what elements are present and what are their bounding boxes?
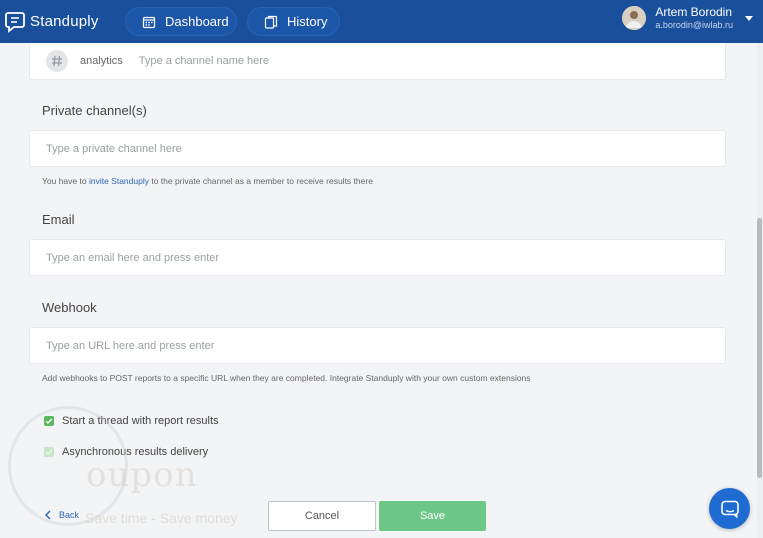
email-placeholder: Type an email here and press enter xyxy=(46,251,220,264)
chevron-left-icon xyxy=(45,510,51,520)
private-channel-input[interactable]: Type a private channel here xyxy=(29,130,726,167)
webhook-url-input[interactable]: Type an URL here and press enter xyxy=(29,327,726,364)
user-email: a.borodin@iwlab.ru xyxy=(655,19,733,30)
back-label: Back xyxy=(59,510,80,520)
webhook-placeholder: Type an URL here and press enter xyxy=(46,339,215,352)
user-menu[interactable]: Artem Borodin a.borodin@iwlab.ru xyxy=(622,5,753,31)
email-label: Email xyxy=(42,212,75,227)
private-channel-placeholder: Type a private channel here xyxy=(46,142,182,155)
cancel-button[interactable]: Cancel xyxy=(268,501,376,531)
save-button[interactable]: Save xyxy=(379,501,486,531)
documents-icon xyxy=(264,15,278,29)
channels-field[interactable]: analytics Type a channel name here xyxy=(29,43,726,80)
invite-standuply-link[interactable]: invite Standuply xyxy=(89,176,149,186)
top-navigation-bar: Standuply Dashboard History Artem Borodi… xyxy=(0,0,763,43)
standuply-logo[interactable]: Standuply xyxy=(5,10,99,34)
slack-hash-icon xyxy=(46,50,68,72)
private-channels-label: Private channel(s) xyxy=(42,103,147,118)
chevron-down-icon[interactable] xyxy=(745,15,753,21)
scrollbar-thumb[interactable] xyxy=(757,218,762,478)
private-channel-hint: You have to invite Standuply to the priv… xyxy=(42,176,373,186)
tab-history[interactable]: History xyxy=(247,7,340,36)
back-link[interactable]: Back xyxy=(44,510,79,520)
calendar-icon xyxy=(142,15,156,29)
email-field[interactable]: Type an email here and press enter xyxy=(29,239,726,276)
chat-launcher-button[interactable] xyxy=(709,488,750,529)
avatar xyxy=(622,6,647,31)
watermark-brand: oupon xyxy=(86,455,198,495)
watermark-tagline: Save time - Save money xyxy=(85,510,238,526)
tab-dashboard[interactable]: Dashboard xyxy=(125,7,237,36)
user-name: Artem Borodin xyxy=(655,5,733,19)
hint-text-before: You have to xyxy=(42,176,89,186)
webhook-label: Webhook xyxy=(42,300,97,315)
hint-text-after: to the private channel as a member to re… xyxy=(148,176,373,186)
webhook-hint: Add webhooks to POST reports to a specif… xyxy=(42,373,531,383)
tab-dashboard-label: Dashboard xyxy=(165,14,229,29)
app-name: Standuply xyxy=(30,13,99,30)
standuply-logo-icon xyxy=(5,10,25,34)
chat-icon xyxy=(720,500,739,518)
channel-chip-label: analytics xyxy=(80,55,123,67)
channel-input[interactable]: Type a channel name here xyxy=(139,55,269,67)
tab-history-label: History xyxy=(287,14,328,29)
